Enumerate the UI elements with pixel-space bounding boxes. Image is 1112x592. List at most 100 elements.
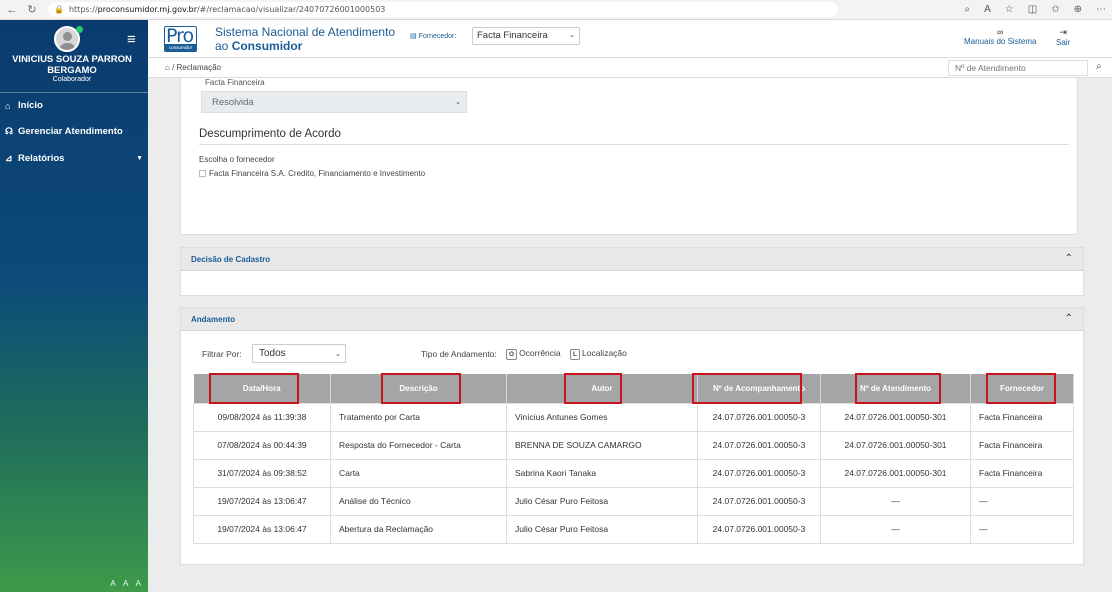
font-size-controls[interactable]: A A A (110, 579, 144, 588)
fornecedor-label: ▤ Fornecedor: (410, 32, 456, 40)
cell-data-hora: 09/08/2024 às 11:39:38 (193, 402, 331, 432)
system-title-prefix: ao (215, 39, 232, 53)
main-content: Facta Financeira Resolvida ⌄ Descumprime… (148, 78, 1112, 592)
column-header-fornecedor[interactable]: Fornecedor (970, 373, 1074, 404)
cell-atendimento: — (820, 514, 971, 544)
tipo-localizacao: L Localização (570, 348, 627, 360)
collections-icon[interactable]: ⊕ (1074, 4, 1082, 15)
choose-fornecedor-label: Escolha o fornecedor (199, 155, 275, 164)
cell-autor: Julio César Puro Feitosa (506, 514, 698, 544)
cell-descricao: Abertura da Reclamação (330, 514, 507, 544)
fornecedor-checkbox[interactable] (199, 170, 206, 177)
search-icon[interactable]: ⌕ (1096, 61, 1102, 72)
table-header-row: Data/Hora Descrição Autor Nº de Acompanh… (193, 373, 1074, 404)
proconsumidor-logo[interactable]: Pro consumidor (164, 26, 197, 52)
cell-data-hora: 19/07/2024 às 13:06:47 (193, 486, 331, 516)
cell-data-hora: 07/08/2024 às 00:44:39 (193, 430, 331, 460)
cell-fornecedor: Facta Financeira (970, 430, 1074, 460)
manuals-label: Manuais do Sistema (964, 37, 1037, 46)
logo-subtext: consumidor (165, 44, 196, 51)
cell-autor: Julio César Puro Feitosa (506, 486, 698, 516)
back-icon[interactable]: ← (4, 4, 20, 16)
caret-down-icon: ▼ (136, 155, 143, 162)
chevron-up-icon[interactable]: ⌃ (1065, 313, 1073, 324)
column-header-autor[interactable]: Autor (506, 373, 698, 404)
favorite-icon[interactable]: ☆ (1005, 4, 1014, 15)
cell-acompanhamento: 24.07.0726.001.00050-3 (697, 458, 821, 488)
zoom-icon[interactable]: ⌕ (965, 4, 971, 15)
table-row[interactable]: 31/07/2024 às 09:38:52 Carta Sabrina Kao… (193, 458, 1074, 488)
sidebar-divider (0, 92, 148, 93)
checkbox-label: Facta Financeira S.A. Credito, Financiam… (209, 169, 426, 178)
localizacao-label: Localização (581, 348, 627, 358)
table-row[interactable]: 19/07/2024 às 13:06:47 Abertura da Recla… (193, 514, 1074, 544)
manuals-link[interactable]: ∞ Manuais do Sistema (964, 27, 1036, 46)
highlight-box (208, 373, 299, 404)
home-icon[interactable]: ⌂ (165, 63, 170, 72)
cell-fornecedor: — (970, 514, 1074, 544)
column-header-atendimento[interactable]: Nº de Atendimento (820, 373, 971, 404)
more-icon[interactable]: ⋯ (1096, 4, 1106, 15)
cell-data-hora: 31/07/2024 às 09:38:52 (193, 458, 331, 488)
reload-icon[interactable]: ↻ (24, 3, 40, 16)
chevron-down-icon: ⌄ (335, 351, 341, 358)
cell-atendimento: — (820, 486, 971, 516)
table-row[interactable]: 07/08/2024 às 00:44:39 Resposta do Forne… (193, 430, 1074, 460)
tipo-andamento-label: Tipo de Andamento: (421, 349, 497, 359)
cell-atendimento: 24.07.0726.001.00050-301 (820, 430, 971, 460)
exit-link[interactable]: ⇥ Sair (1056, 27, 1070, 47)
search-input[interactable] (948, 60, 1088, 76)
briefcase-icon: ▤ (410, 33, 417, 40)
sidebar-item-label: Início (18, 100, 43, 111)
cell-fornecedor: Facta Financeira (970, 402, 1074, 432)
cell-autor: Vinícius Antunes Gomes (506, 402, 698, 432)
split-screen-icon[interactable]: ◫ (1028, 4, 1037, 15)
cell-autor: Sabrina Kaori Tanaka (506, 458, 698, 488)
tipo-ocorrencia: O Ocorrência (506, 348, 561, 360)
sidebar: ≡ VINICIUS SOUZA PARRON BERGAMO Colabora… (0, 20, 148, 592)
cell-descricao: Resposta do Fornecedor - Carta (330, 430, 507, 460)
decisao-panel-header[interactable]: Decisão de Cadastro ⌃ (181, 248, 1083, 271)
table-row[interactable]: 19/07/2024 às 13:06:47 Análise do Técnic… (193, 486, 1074, 516)
menu-toggle-icon[interactable]: ≡ (127, 32, 136, 47)
url-path: /#/reclamacao/visualizar/240707260010005… (196, 5, 386, 14)
read-aloud-icon[interactable]: A (984, 4, 991, 15)
fornecedor-checkbox-row[interactable]: Facta Financeira S.A. Credito, Financiam… (199, 169, 425, 178)
column-header-descricao[interactable]: Descrição (330, 373, 507, 404)
fornecedor-small-label: Facta Financeira (205, 78, 265, 87)
status-value: Resolvida (212, 97, 254, 108)
sidebar-item-inicio[interactable]: ⌂ Início (5, 100, 143, 111)
user-name: VINICIUS SOUZA PARRON BERGAMO (12, 54, 132, 76)
andamento-panel-header[interactable]: Andamento ⌃ (181, 308, 1083, 331)
link-icon: ∞ (997, 27, 1004, 37)
cell-acompanhamento: 24.07.0726.001.00050-3 (697, 486, 821, 516)
sidebar-item-relatorios[interactable]: ⊿ Relatórios ▼ (5, 153, 143, 164)
fornecedor-label-text: Fornecedor: (418, 33, 457, 40)
table-row[interactable]: 09/08/2024 às 11:39:38 Tratamento por Ca… (193, 402, 1074, 432)
column-header-data-hora[interactable]: Data/Hora (193, 373, 331, 404)
chevron-down-icon: ⌄ (569, 32, 575, 39)
headset-icon: ☊ (5, 126, 13, 136)
column-header-acompanhamento[interactable]: Nº de Acompanhamento (692, 373, 821, 404)
sign-out-icon: ⇥ (1059, 27, 1067, 37)
section-title-descumprimento: Descumprimento de Acordo (199, 128, 341, 140)
system-title-bold: Consumidor (231, 39, 303, 53)
filter-value: Todos (259, 348, 286, 359)
cell-fornecedor: — (970, 486, 1074, 516)
cell-descricao: Tratamento por Carta (330, 402, 507, 432)
cell-acompanhamento: 24.07.0726.001.00050-3 (697, 514, 821, 544)
andamento-table: Data/Hora Descrição Autor Nº de Acompanh… (193, 373, 1074, 544)
chevron-up-icon[interactable]: ⌃ (1065, 253, 1073, 264)
fornecedor-select[interactable]: Facta Financeira ⌄ (472, 27, 580, 45)
highlight-box (855, 373, 941, 404)
filter-select[interactable]: Todos ⌄ (252, 344, 346, 363)
favorites-bar-icon[interactable]: ✩ (1051, 4, 1059, 15)
url-prefix: https:// (68, 5, 98, 14)
address-bar[interactable]: 🔒 https://proconsumidor.mj.gov.br/#/recl… (48, 2, 838, 17)
status-select[interactable]: Resolvida ⌄ (201, 91, 467, 113)
user-role: Colaborador (52, 76, 92, 83)
breadcrumb: ⌂ / Reclamação (165, 63, 221, 72)
chevron-down-icon: ⌄ (455, 99, 461, 106)
sidebar-item-gerenciar-atendimento[interactable]: ☊ Gerenciar Atendimento (5, 126, 143, 137)
top-header: Pro consumidor Sistema Nacional de Atend… (148, 20, 1112, 58)
